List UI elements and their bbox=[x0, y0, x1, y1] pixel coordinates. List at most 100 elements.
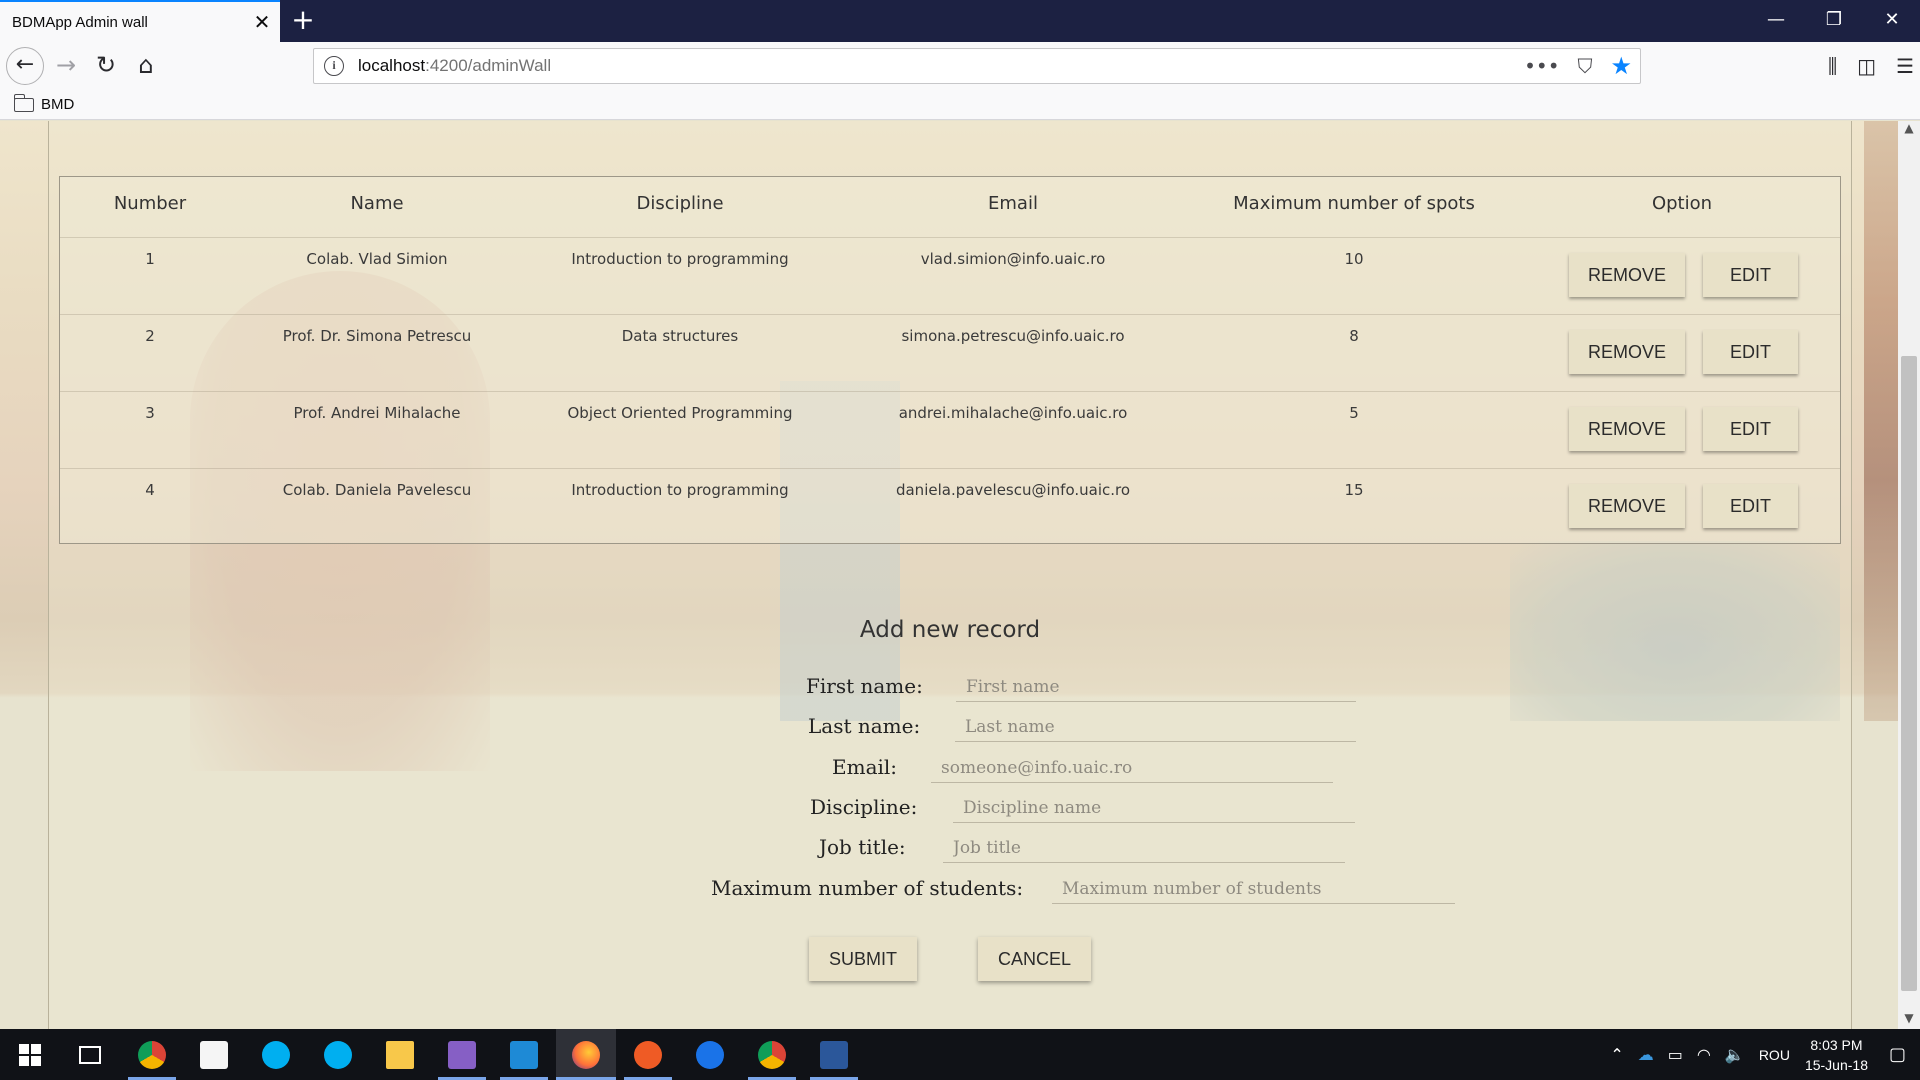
navigation-toolbar: ← → ↻ ⌂ i localhost:4200/adminWall ••• ⛉… bbox=[0, 42, 1920, 90]
language-indicator[interactable]: ROU bbox=[1759, 1047, 1790, 1063]
taskbar-vscode[interactable] bbox=[494, 1029, 554, 1080]
notifications-icon[interactable]: ▢ bbox=[1889, 1044, 1906, 1065]
remove-button[interactable]: REMOVE bbox=[1569, 407, 1685, 451]
cell-email: vlad.simion@info.uaic.ro bbox=[920, 250, 1106, 268]
bookmark-folder-bmd[interactable]: BMD bbox=[41, 96, 74, 113]
header-number: Number bbox=[113, 193, 187, 214]
cell-spots: 8 bbox=[1349, 327, 1359, 345]
header-name: Name bbox=[350, 193, 404, 214]
header-max-spots: Maximum number of spots bbox=[1233, 193, 1475, 214]
store-icon bbox=[200, 1040, 228, 1069]
edit-button[interactable]: EDIT bbox=[1703, 253, 1798, 297]
job-title-input[interactable] bbox=[943, 833, 1345, 863]
skype-icon bbox=[262, 1040, 290, 1069]
library-icon[interactable]: ⫼ bbox=[1828, 54, 1837, 78]
restore-icon[interactable]: ❐ bbox=[1806, 0, 1862, 42]
last-name-label: Last name: bbox=[808, 714, 921, 738]
browser-tab[interactable]: BDMApp Admin wall ✕ bbox=[0, 0, 280, 42]
back-icon[interactable]: ← bbox=[6, 47, 44, 85]
bookmarks-toolbar: BMD bbox=[0, 90, 1920, 120]
records-table: Number Name Discipline Email Maximum num… bbox=[59, 176, 1841, 544]
pocket-icon[interactable]: ⛉ bbox=[1577, 54, 1592, 78]
close-window-icon[interactable]: ✕ bbox=[1864, 0, 1920, 42]
scroll-up-icon[interactable]: ▲ bbox=[1898, 121, 1920, 139]
menu-icon[interactable]: ☰ bbox=[1896, 54, 1914, 78]
show-hidden-icons-icon[interactable]: ⌃ bbox=[1610, 1045, 1623, 1064]
start-button[interactable] bbox=[0, 1029, 60, 1080]
cell-number: 2 bbox=[145, 327, 155, 345]
last-name-input[interactable] bbox=[955, 712, 1356, 742]
task-view-button[interactable] bbox=[60, 1029, 120, 1080]
remove-button[interactable]: REMOVE bbox=[1569, 253, 1685, 297]
taskbar-visual-studio[interactable] bbox=[432, 1029, 492, 1080]
cell-name: Colab. Daniela Pavelescu bbox=[282, 481, 472, 499]
new-tab-icon[interactable]: + bbox=[286, 4, 320, 38]
remove-button[interactable]: REMOVE bbox=[1569, 330, 1685, 374]
scroll-down-icon[interactable]: ▼ bbox=[1898, 1011, 1920, 1029]
wifi-icon[interactable]: ◠ bbox=[1697, 1045, 1711, 1064]
form-title: Add new record bbox=[859, 617, 1041, 643]
cell-name: Prof. Dr. Simona Petrescu bbox=[282, 327, 472, 345]
taskbar-word[interactable] bbox=[804, 1029, 864, 1080]
taskbar-maps[interactable] bbox=[680, 1029, 740, 1080]
cell-email: daniela.pavelescu@info.uaic.ro bbox=[895, 481, 1131, 499]
system-tray: ⌃ ☁ ▭ ◠ 🔈 ROU 8:03 PM 15-Jun-18 ▢ bbox=[1603, 1029, 1920, 1080]
minimize-icon[interactable]: — bbox=[1748, 0, 1804, 42]
visual-studio-icon bbox=[448, 1040, 476, 1069]
edit-button[interactable]: EDIT bbox=[1703, 330, 1798, 374]
taskbar-firefox[interactable] bbox=[556, 1029, 616, 1080]
taskbar-skype-2[interactable] bbox=[308, 1029, 368, 1080]
chrome-icon bbox=[138, 1040, 166, 1069]
max-students-input[interactable] bbox=[1052, 874, 1455, 904]
file-explorer-icon bbox=[386, 1040, 414, 1069]
discipline-input[interactable] bbox=[953, 793, 1355, 823]
remove-button[interactable]: REMOVE bbox=[1569, 484, 1685, 528]
table-row: 1 Colab. Vlad Simion Introduction to pro… bbox=[60, 237, 1840, 314]
cell-name: Colab. Vlad Simion bbox=[306, 250, 448, 268]
forward-icon[interactable]: → bbox=[48, 48, 84, 84]
header-email: Email bbox=[988, 193, 1038, 214]
close-tab-icon[interactable]: ✕ bbox=[244, 10, 280, 34]
scrollbar-thumb[interactable] bbox=[1901, 356, 1917, 991]
cell-name: Prof. Andrei Mihalache bbox=[293, 404, 461, 422]
skype-icon bbox=[324, 1040, 352, 1069]
taskbar-store[interactable] bbox=[184, 1029, 244, 1080]
onedrive-icon[interactable]: ☁ bbox=[1638, 1045, 1654, 1064]
browser-titlebar: BDMApp Admin wall ✕ + — ❐ ✕ bbox=[0, 0, 1920, 42]
url-bar[interactable]: i localhost:4200/adminWall ••• ⛉ ★ bbox=[313, 48, 1641, 84]
header-discipline: Discipline bbox=[636, 193, 724, 214]
page-content: Number Name Discipline Email Maximum num… bbox=[0, 121, 1920, 1029]
first-name-input[interactable] bbox=[956, 672, 1356, 702]
taskbar-chrome-2[interactable] bbox=[742, 1029, 802, 1080]
header-option: Option bbox=[1651, 193, 1713, 214]
page-actions-icon[interactable]: ••• bbox=[1524, 54, 1559, 78]
taskbar-skype[interactable] bbox=[246, 1029, 306, 1080]
site-info-icon[interactable]: i bbox=[324, 56, 344, 76]
sidebar-icon[interactable]: ◫ bbox=[1857, 54, 1876, 78]
cell-email: simona.petrescu@info.uaic.ro bbox=[901, 327, 1125, 345]
edit-button[interactable]: EDIT bbox=[1703, 484, 1798, 528]
firefox-icon bbox=[572, 1040, 600, 1069]
windows-logo-icon bbox=[19, 1043, 41, 1066]
edit-button[interactable]: EDIT bbox=[1703, 407, 1798, 451]
cell-email: andrei.mihalache@info.uaic.ro bbox=[898, 404, 1128, 422]
cell-number: 1 bbox=[145, 250, 155, 268]
taskbar-chrome[interactable] bbox=[122, 1029, 182, 1080]
taskbar-postman[interactable] bbox=[618, 1029, 678, 1080]
taskbar-file-explorer[interactable] bbox=[370, 1029, 430, 1080]
cell-number: 3 bbox=[145, 404, 155, 422]
submit-button[interactable]: SUBMIT bbox=[809, 937, 917, 981]
clock[interactable]: 8:03 PM 15-Jun-18 bbox=[1805, 1035, 1868, 1075]
cell-discipline: Object Oriented Programming bbox=[567, 404, 793, 422]
email-input[interactable] bbox=[931, 753, 1333, 783]
reload-icon[interactable]: ↻ bbox=[88, 48, 124, 84]
bookmark-star-icon[interactable]: ★ bbox=[1610, 52, 1632, 80]
task-view-icon bbox=[79, 1045, 101, 1064]
table-row: 2 Prof. Dr. Simona Petrescu Data structu… bbox=[60, 314, 1840, 391]
cancel-button[interactable]: CANCEL bbox=[978, 937, 1091, 981]
page-scrollbar[interactable]: ▲ ▼ bbox=[1898, 121, 1920, 1029]
cell-spots: 15 bbox=[1344, 481, 1364, 499]
home-icon[interactable]: ⌂ bbox=[128, 48, 164, 84]
volume-muted-icon[interactable]: 🔈 bbox=[1725, 1045, 1745, 1064]
battery-icon[interactable]: ▭ bbox=[1668, 1045, 1683, 1064]
